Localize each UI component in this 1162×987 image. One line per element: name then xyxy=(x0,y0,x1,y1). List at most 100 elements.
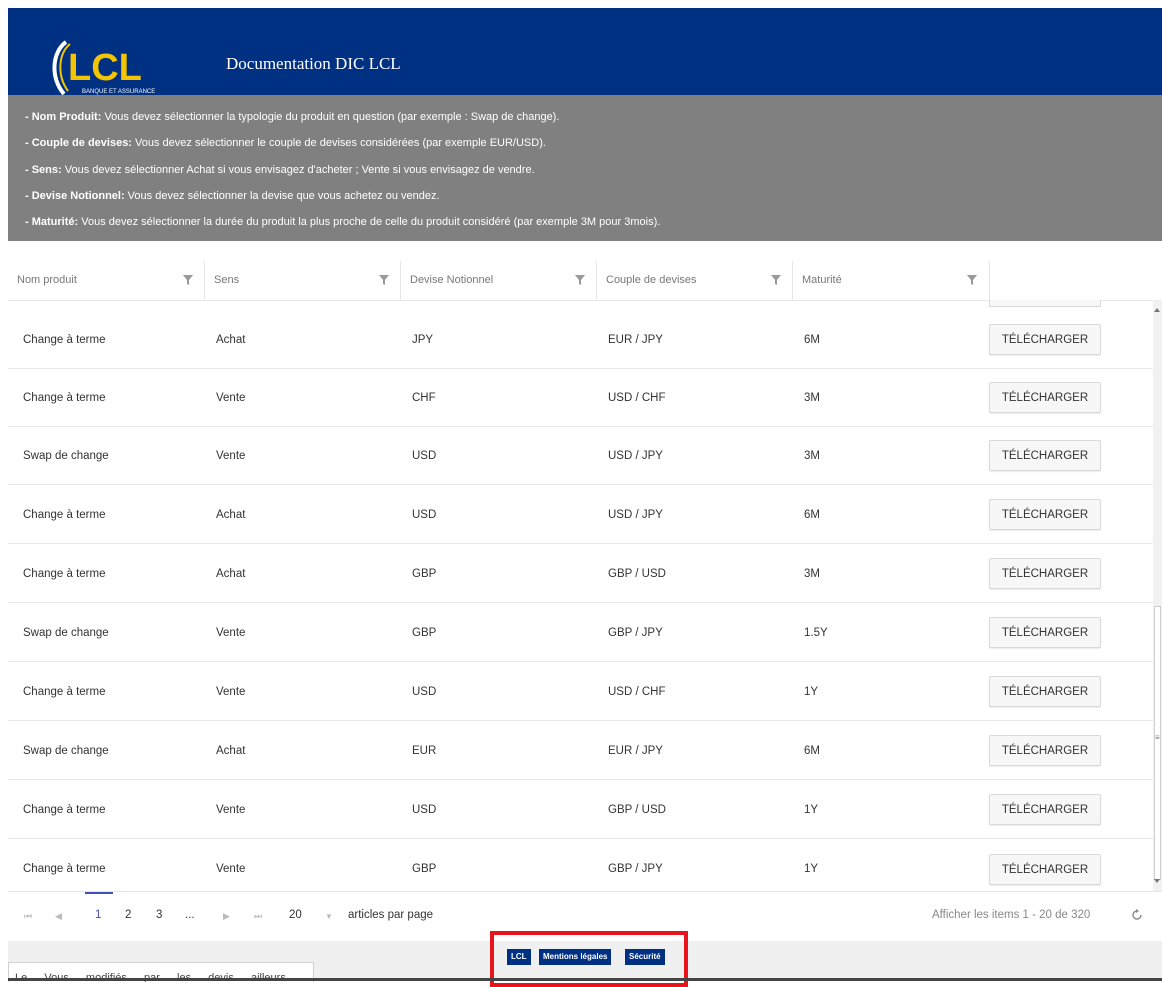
refresh-icon[interactable] xyxy=(1130,908,1144,922)
cell-sens: Achat xyxy=(216,568,246,580)
grid-header: Nom produit Sens Devise Notionnel Couple… xyxy=(8,261,1162,307)
pager-info: Afficher les items 1 - 20 de 320 xyxy=(932,909,1091,921)
lcl-logo: LCL BANQUE ET ASSURANCE xyxy=(48,36,180,100)
cell-sens: Vente xyxy=(216,804,246,816)
cell-devise: USD xyxy=(412,686,437,698)
page-link-2[interactable]: 2 xyxy=(125,909,131,921)
cell-maturite: 1Y xyxy=(804,686,819,698)
cell-couple: GBP / JPY xyxy=(608,627,663,639)
cell-sens: Achat xyxy=(216,745,246,757)
cell-product: Swap de change xyxy=(23,745,109,757)
download-button[interactable]: TÉLÉCHARGER xyxy=(989,324,1101,355)
table-row: Change à terme Vente CHF USD / CHF 3M TÉ… xyxy=(8,369,1153,427)
prev-page-icon[interactable]: ◀ xyxy=(55,911,62,922)
cell-maturite: 6M xyxy=(804,745,820,757)
cell-product: Change à terme xyxy=(23,863,106,875)
cell-devise: USD xyxy=(412,450,437,462)
table-row: Change à terme Achat GBP GBP / USD 3M TÉ… xyxy=(8,545,1153,603)
column-header-maturite[interactable]: Maturité xyxy=(793,261,990,300)
download-button[interactable]: TÉLÉCHARGER xyxy=(989,854,1101,885)
scrollbar-thumb[interactable]: ≡ xyxy=(1154,606,1161,880)
page-link-3[interactable]: 3 xyxy=(156,909,162,921)
download-button[interactable]: TÉLÉCHARGER xyxy=(989,558,1101,589)
active-page-indicator xyxy=(85,892,113,894)
last-page-icon[interactable]: ⏭ xyxy=(254,911,262,922)
footer-link-lcl[interactable]: LCL xyxy=(507,949,531,965)
download-button[interactable]: TÉLÉCHARGER xyxy=(989,735,1101,766)
cell-devise: GBP xyxy=(412,568,437,580)
cell-maturite: 1.5Y xyxy=(804,627,828,639)
funnel-icon[interactable] xyxy=(575,275,585,285)
cell-devise: EUR xyxy=(412,745,437,757)
cell-devise: GBP xyxy=(412,627,437,639)
cell-maturite: 6M xyxy=(804,509,820,521)
cell-sens: Vente xyxy=(216,686,246,698)
cell-sens: Vente xyxy=(216,863,246,875)
funnel-icon[interactable] xyxy=(771,275,781,285)
chevron-down-icon[interactable]: ▼ xyxy=(325,912,333,921)
svg-text:LCL: LCL xyxy=(68,47,142,89)
instructions-panel: - Nom Produit: Vous devez sélectionner l… xyxy=(8,95,1162,241)
footer-link-mentions-legales[interactable]: Mentions légales xyxy=(539,949,612,965)
cell-couple: EUR / JPY xyxy=(608,745,663,757)
column-header-devise-notionnel[interactable]: Devise Notionnel xyxy=(401,261,597,300)
cell-maturite: 3M xyxy=(804,568,820,580)
cell-couple: USD / JPY xyxy=(608,450,663,462)
cell-maturite: 1Y xyxy=(804,804,819,816)
cell-sens: Vente xyxy=(216,392,246,404)
instruction-nom-produit: - Nom Produit: Vous devez sélectionner l… xyxy=(25,111,560,123)
cell-product: Change à terme xyxy=(23,804,106,816)
cell-product: Swap de change xyxy=(23,627,109,639)
table-row: Change à terme Achat JPY EUR / JPY 6M TÉ… xyxy=(8,311,1153,369)
table-row: Swap de change Vente GBP GBP / JPY 1.5Y … xyxy=(8,604,1153,662)
cell-product: Change à terme xyxy=(23,392,106,404)
download-button[interactable]: TÉLÉCHARGER xyxy=(989,676,1101,707)
cell-devise: USD xyxy=(412,509,437,521)
page-link-more[interactable]: ... xyxy=(185,909,195,921)
table-row: Swap de change Vente USD USD / JPY 3M TÉ… xyxy=(8,427,1153,485)
page-size-select[interactable]: 20 xyxy=(289,909,302,921)
cell-couple: USD / CHF xyxy=(608,686,666,698)
funnel-icon[interactable] xyxy=(379,275,389,285)
partial-download-button xyxy=(989,300,1101,307)
cell-devise: CHF xyxy=(412,392,436,404)
scroll-down-arrow-icon[interactable] xyxy=(1154,879,1160,883)
download-button[interactable]: TÉLÉCHARGER xyxy=(989,794,1101,825)
vertical-scrollbar[interactable]: ≡ xyxy=(1153,300,1162,891)
funnel-icon[interactable] xyxy=(183,275,193,285)
first-page-icon[interactable]: ⏮ xyxy=(24,911,32,922)
cell-maturite: 3M xyxy=(804,392,820,404)
cell-devise: GBP xyxy=(412,863,437,875)
cell-sens: Achat xyxy=(216,334,246,346)
cell-product: Change à terme xyxy=(23,334,106,346)
page-link-1[interactable]: 1 xyxy=(95,909,101,921)
column-header-couple-devises[interactable]: Couple de devises xyxy=(597,261,793,300)
next-page-icon[interactable]: ▶ xyxy=(223,911,230,922)
instruction-sens: - Sens: Vous devez sélectionner Achat si… xyxy=(25,164,535,176)
cell-product: Change à terme xyxy=(23,509,106,521)
instruction-maturite: - Maturité: Vous devez sélectionner la d… xyxy=(25,216,661,228)
download-button[interactable]: TÉLÉCHARGER xyxy=(989,499,1101,530)
instruction-couple-devises: - Couple de devises: Vous devez sélectio… xyxy=(25,137,546,149)
download-button[interactable]: TÉLÉCHARGER xyxy=(989,382,1101,413)
cell-sens: Achat xyxy=(216,509,246,521)
cell-sens: Vente xyxy=(216,450,246,462)
cell-devise: JPY xyxy=(412,334,434,346)
column-header-sens[interactable]: Sens xyxy=(205,261,401,300)
product-grid: Nom produit Sens Devise Notionnel Couple… xyxy=(8,261,1162,941)
cell-devise: USD xyxy=(412,804,437,816)
cell-sens: Vente xyxy=(216,627,246,639)
funnel-icon[interactable] xyxy=(967,275,977,285)
download-button[interactable]: TÉLÉCHARGER xyxy=(989,617,1101,648)
column-header-nom-produit[interactable]: Nom produit xyxy=(8,261,205,300)
cell-couple: USD / JPY xyxy=(608,509,663,521)
cell-product: Change à terme xyxy=(23,568,106,580)
table-row: Change à terme Vente USD USD / CHF 1Y TÉ… xyxy=(8,663,1153,721)
footer-link-securite[interactable]: Sécurité xyxy=(625,949,665,965)
table-row: Change à terme Vente GBP GBP / JPY 1Y TÉ… xyxy=(8,839,1153,891)
scroll-up-arrow-icon[interactable] xyxy=(1154,308,1160,312)
download-button[interactable]: TÉLÉCHARGER xyxy=(989,440,1101,471)
cell-couple: GBP / USD xyxy=(608,804,666,816)
page-size-label: articles par page xyxy=(348,909,434,921)
table-row: Change à terme Achat USD USD / JPY 6M TÉ… xyxy=(8,486,1153,544)
